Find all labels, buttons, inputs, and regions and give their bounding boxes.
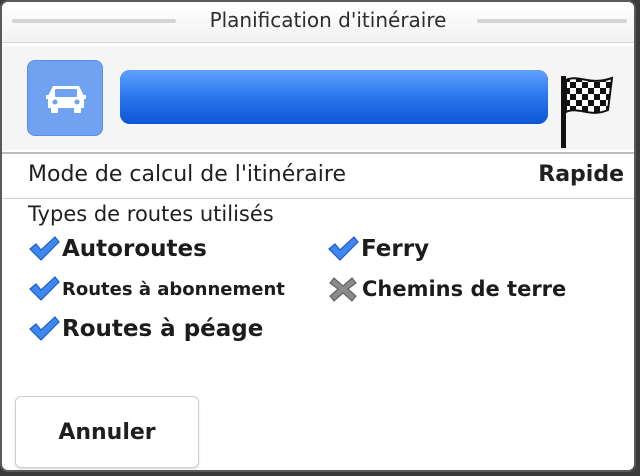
road-type-label: Routes à péage xyxy=(62,316,264,342)
road-type-autoroutes: Autoroutes xyxy=(28,234,207,264)
road-type-label: Ferry xyxy=(361,236,430,262)
checkmark-icon xyxy=(28,234,62,264)
road-type-ferry: Ferry xyxy=(327,234,429,264)
car-icon xyxy=(46,86,86,113)
checkmark-icon xyxy=(28,274,62,304)
checkmark-icon xyxy=(28,314,62,344)
checkmark-icon xyxy=(327,234,361,264)
title-decor-right xyxy=(477,19,627,23)
checkered-flag-icon xyxy=(561,76,614,148)
route-planning-dialog: Planification d'itinéraire Mode de calcu… xyxy=(0,0,636,472)
road-type-label: Autoroutes xyxy=(62,236,207,262)
road-type-routes-abonnement: Routes à abonnement xyxy=(28,274,285,304)
route-mode-label: Mode de calcul de l'itinéraire xyxy=(28,162,346,187)
route-calculation-progress-bar xyxy=(120,70,548,124)
row-divider xyxy=(2,198,634,199)
road-type-chemins-de-terre: Chemins de terre xyxy=(328,274,566,304)
dialog-title: Planification d'itinéraire xyxy=(209,8,447,32)
road-type-label: Routes à abonnement xyxy=(62,278,285,300)
road-type-routes-peage: Routes à péage xyxy=(28,314,263,344)
road-type-label: Chemins de terre xyxy=(362,277,567,301)
progress-fill xyxy=(120,70,548,124)
road-types-heading: Types de routes utilisés xyxy=(28,202,274,226)
section-divider xyxy=(2,152,634,154)
route-mode-value: Rapide xyxy=(538,162,624,187)
vehicle-button[interactable] xyxy=(27,60,103,136)
title-bar: Planification d'itinéraire xyxy=(2,2,634,43)
cancel-button[interactable]: Annuler xyxy=(15,396,199,468)
title-decor-left xyxy=(12,19,176,23)
cross-icon xyxy=(328,274,362,304)
